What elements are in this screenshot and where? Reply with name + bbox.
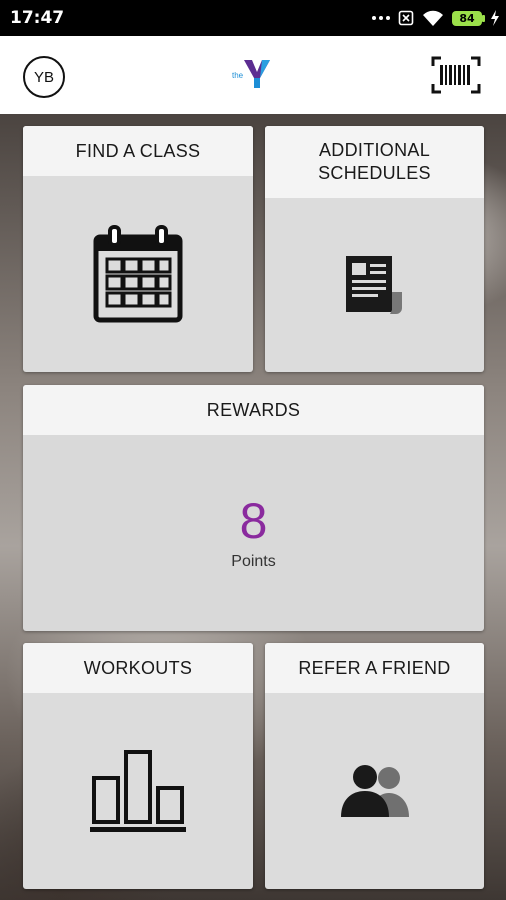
refer-friend-body	[265, 693, 484, 889]
additional-schedules-body	[265, 198, 484, 372]
rewards-title: REWARDS	[23, 385, 484, 435]
logo-the-text: the	[232, 71, 244, 80]
additional-schedules-tile[interactable]: ADDITIONAL SCHEDULES	[265, 126, 484, 372]
ymca-logo: the	[232, 60, 270, 88]
charging-icon	[491, 10, 499, 26]
find-class-tile[interactable]: FIND A CLASS	[23, 126, 253, 372]
wifi-icon	[423, 10, 443, 26]
battery-icon: 84	[452, 10, 485, 26]
status-bar: 17:47 84	[0, 0, 506, 36]
points-label: Points	[231, 553, 276, 570]
points-value: 8	[239, 493, 268, 549]
find-class-body	[23, 176, 253, 372]
status-icons: 84	[372, 8, 500, 28]
people-icon	[340, 765, 409, 817]
refer-friend-tile[interactable]: REFER A FRIEND	[265, 643, 484, 889]
additional-schedules-title: ADDITIONAL SCHEDULES	[265, 126, 484, 198]
find-class-title: FIND A CLASS	[23, 126, 253, 176]
workouts-title: WORKOUTS	[23, 643, 253, 693]
barcode-scan-icon[interactable]	[431, 56, 481, 94]
newspaper-icon	[345, 256, 402, 314]
workouts-body	[23, 693, 253, 889]
bar-chart-icon	[90, 750, 186, 832]
workouts-tile[interactable]: WORKOUTS	[23, 643, 253, 889]
status-time: 17:47	[10, 8, 65, 28]
rewards-body: 8 Points	[23, 435, 484, 631]
avatar-initials: YB	[33, 68, 54, 86]
refer-friend-title: REFER A FRIEND	[265, 643, 484, 693]
calendar-icon	[93, 225, 183, 323]
app-header: YB the	[0, 36, 506, 114]
sim-off-icon	[398, 10, 414, 26]
rewards-tile[interactable]: REWARDS 8 Points	[23, 385, 484, 631]
notification-dots-icon	[372, 16, 390, 20]
profile-avatar-button[interactable]: YB	[23, 56, 65, 98]
